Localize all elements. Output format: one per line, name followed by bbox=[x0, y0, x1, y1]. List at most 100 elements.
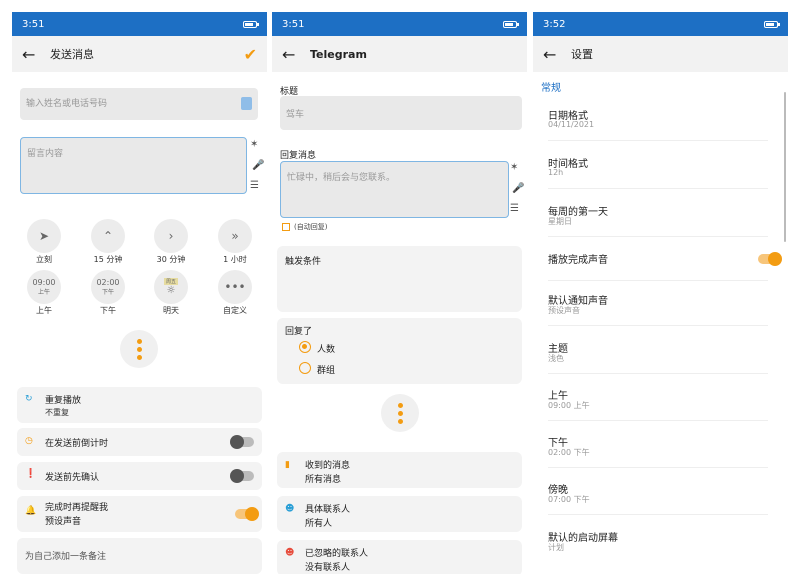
remind-toggle[interactable] bbox=[235, 507, 259, 521]
repeat-value: 不重复 bbox=[45, 408, 69, 417]
status-time: 3:51 bbox=[22, 18, 45, 30]
settings-screen: 3:52 ← 设置 常规 日期格式 04/11/2021 时间格式 12h 每周… bbox=[533, 12, 788, 574]
repeat-icon: ↻ bbox=[25, 394, 33, 404]
note-input[interactable]: 为自己添加一条备注 bbox=[17, 538, 262, 574]
setting-label: 播放完成声音 bbox=[548, 255, 608, 266]
divider bbox=[548, 188, 768, 189]
back-arrow-icon[interactable]: ← bbox=[543, 45, 567, 64]
microphone-icon[interactable]: 🎤 bbox=[252, 160, 264, 171]
divider bbox=[548, 280, 768, 281]
app-bar: ← 设置 bbox=[533, 36, 788, 72]
person-blocked-icon: ☻ bbox=[285, 548, 295, 558]
received-value: 所有消息 bbox=[305, 475, 342, 485]
auto-reply-checkbox[interactable] bbox=[282, 223, 290, 231]
ignored-value: 没有联系人 bbox=[305, 563, 351, 573]
trigger-label: 触发条件 bbox=[285, 257, 322, 267]
quick-label: 1 小时 bbox=[223, 255, 247, 264]
send-15min-button[interactable]: ⌃ bbox=[91, 219, 125, 253]
ignored-option[interactable]: ☻ 已忽略的联系人 没有联系人 bbox=[277, 540, 522, 574]
completion-sound-toggle[interactable] bbox=[758, 252, 782, 266]
reply-label: 回复消息 bbox=[280, 151, 317, 161]
list-icon[interactable]: ☰ bbox=[510, 203, 519, 214]
setting-value: 星期日 bbox=[548, 217, 572, 226]
preset-morning-button[interactable]: 09:00 上午 bbox=[27, 270, 61, 304]
group-radio[interactable] bbox=[299, 362, 311, 374]
preset-afternoon-button[interactable]: 02:00 下午 bbox=[91, 270, 125, 304]
divider bbox=[548, 514, 768, 515]
scrollbar[interactable] bbox=[784, 92, 786, 242]
setting-value: 02:00 下午 bbox=[548, 448, 590, 457]
more-options-button[interactable] bbox=[120, 330, 158, 368]
remind-title: 完成时再提醒我 bbox=[45, 503, 109, 513]
countdown-toggle[interactable] bbox=[230, 435, 254, 449]
section-header: 常规 bbox=[541, 83, 561, 94]
ignored-title: 已忽略的联系人 bbox=[305, 549, 369, 559]
setting-value: 浅色 bbox=[548, 354, 564, 363]
send-now-button[interactable]: ➤ bbox=[27, 219, 61, 253]
confirm-check-icon[interactable]: ✔ bbox=[244, 45, 257, 64]
repeat-title: 重复播放 bbox=[45, 396, 82, 406]
people-radio[interactable] bbox=[299, 341, 311, 353]
alert-icon: ❗ bbox=[25, 469, 37, 479]
confirm-option: ❗ 发送前先确认 bbox=[17, 462, 262, 490]
page-title: Telegram bbox=[310, 47, 367, 61]
received-option[interactable]: ▮ 收到的消息 所有消息 bbox=[277, 452, 522, 488]
replied-card: 回复了 人数 群组 bbox=[277, 318, 522, 384]
title-value: 驾车 bbox=[286, 110, 305, 120]
bell-icon: 🔔 bbox=[25, 506, 37, 516]
battery-icon bbox=[243, 20, 259, 28]
preset-time: 09:00 bbox=[32, 278, 56, 287]
setting-value: 09:00 上午 bbox=[548, 401, 590, 410]
quick-label: 立刻 bbox=[36, 255, 52, 264]
replied-label: 回复了 bbox=[285, 327, 313, 337]
setting-value: 04/11/2021 bbox=[548, 120, 595, 129]
preset-time: 02:00 bbox=[96, 278, 120, 287]
status-bar: 3:51 bbox=[12, 12, 267, 36]
countdown-option: ◷ 在发送前倒计时 bbox=[17, 428, 262, 456]
preset-label: 明天 bbox=[163, 306, 179, 315]
send-30min-button[interactable]: › bbox=[154, 219, 188, 253]
trigger-card: 触发条件 bbox=[277, 246, 522, 312]
chevron-up-icon: ⌃ bbox=[102, 229, 114, 243]
contacts-option[interactable]: ☻ 具体联系人 所有人 bbox=[277, 496, 522, 532]
remind-option: 🔔 完成时再提醒我 预设声音 bbox=[17, 496, 262, 532]
reply-input[interactable]: 忙碌中，稍后会与您联系。 bbox=[280, 161, 509, 218]
reply-value: 忙碌中，稍后会与您联系。 bbox=[287, 173, 396, 183]
divider bbox=[548, 373, 768, 374]
sparkle-icon[interactable]: ✶ bbox=[250, 139, 258, 150]
status-time: 3:51 bbox=[282, 18, 305, 30]
preset-label: 上午 bbox=[36, 306, 52, 315]
preset-custom-button[interactable]: ••• bbox=[218, 270, 252, 304]
microphone-icon[interactable]: 🎤 bbox=[512, 183, 524, 194]
message-input[interactable]: 留言内容 bbox=[20, 137, 247, 194]
preset-badge: 下午 bbox=[101, 289, 114, 296]
confirm-toggle[interactable] bbox=[230, 469, 254, 483]
chevron-right-icon: › bbox=[168, 229, 174, 243]
send-1h-button[interactable]: » bbox=[218, 219, 252, 253]
status-bar: 3:52 bbox=[533, 12, 788, 36]
preset-tomorrow-button[interactable]: 周五 ☼ bbox=[154, 270, 188, 304]
double-chevron-icon: » bbox=[231, 229, 239, 243]
sparkle-icon[interactable]: ✶ bbox=[510, 162, 518, 173]
quick-label: 15 分钟 bbox=[93, 255, 123, 264]
send-icon: ➤ bbox=[38, 229, 50, 243]
title-input[interactable]: 驾车 bbox=[280, 96, 522, 130]
back-arrow-icon[interactable]: ← bbox=[282, 45, 306, 64]
more-options-button[interactable] bbox=[381, 394, 419, 432]
contact-book-icon[interactable] bbox=[241, 97, 252, 110]
list-icon[interactable]: ☰ bbox=[250, 180, 259, 191]
send-message-screen: 3:51 ← 发送消息 ✔ 输入姓名或电话号码 留言内容 ✶ 🎤 ☰ ➤ ⌃ ›… bbox=[12, 12, 267, 574]
repeat-option[interactable]: ↻ 重复播放 不重复 bbox=[17, 387, 262, 423]
app-bar: ← 发送消息 ✔ bbox=[12, 36, 267, 72]
note-placeholder: 为自己添加一条备注 bbox=[25, 552, 107, 562]
back-arrow-icon[interactable]: ← bbox=[22, 45, 46, 64]
message-icon: ▮ bbox=[285, 460, 290, 470]
remind-value[interactable]: 预设声音 bbox=[45, 514, 262, 527]
message-placeholder: 留言内容 bbox=[27, 149, 64, 159]
battery-icon bbox=[503, 20, 519, 28]
page-title: 设置 bbox=[571, 48, 593, 61]
battery-icon bbox=[764, 20, 780, 28]
contact-placeholder: 输入姓名或电话号码 bbox=[26, 99, 108, 109]
setting-value: 计划 bbox=[548, 543, 564, 552]
contact-input[interactable]: 输入姓名或电话号码 bbox=[20, 88, 258, 120]
